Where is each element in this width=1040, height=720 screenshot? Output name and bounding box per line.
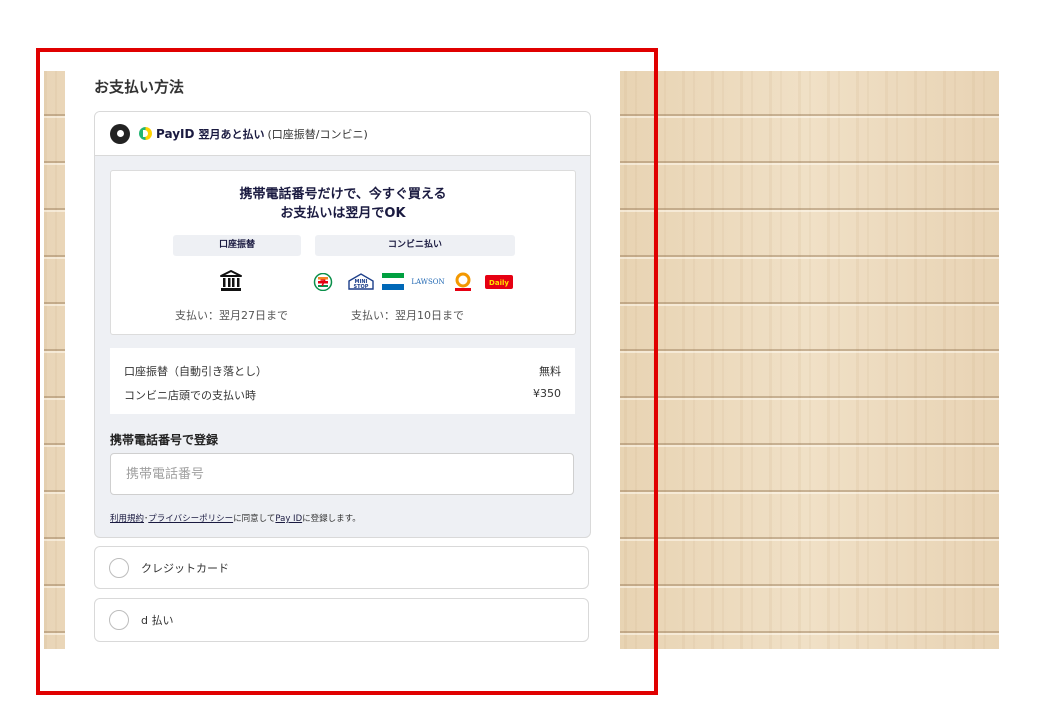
svg-text:7: 7 xyxy=(320,279,326,289)
payid-logo-icon xyxy=(139,127,152,140)
fee-row: コンビニ店頭での支払い時 ¥350 xyxy=(124,387,561,403)
ministop-logo-icon: MINI STOP xyxy=(347,273,375,290)
d-pay-option[interactable]: d 払い xyxy=(94,598,589,642)
daily-logo-icon: Daily xyxy=(485,273,513,290)
payid-brand-sub: 翌月あと払い xyxy=(198,127,265,141)
fee-table: 口座振替（自動引き落とし） 無料 コンビニ店頭での支払い時 ¥350 xyxy=(110,348,575,414)
payid-promo-box: 携帯電話番号だけで、今すぐ買える お支払いは翌月でOK 口座振替 コンビニ払い … xyxy=(110,170,576,335)
fee-label: コンビニ店頭での支払い時 xyxy=(124,389,256,402)
bank-transfer-tag: 口座振替 xyxy=(173,235,301,256)
seven-eleven-logo-icon: 7 xyxy=(313,272,333,291)
payid-option-header[interactable]: PayID 翌月あと払い (口座振替/コンビニ) xyxy=(95,112,590,156)
terms-end-text: に登録します。 xyxy=(302,514,361,524)
terms-of-use-link[interactable]: 利用規約 xyxy=(110,514,144,524)
store-deadline: 支払い：翌月10日まで xyxy=(351,309,464,322)
familymart-logo-icon xyxy=(382,273,404,290)
radio-unselected-icon[interactable] xyxy=(109,557,129,578)
seicomart-logo-icon xyxy=(452,272,474,291)
fee-value: ¥350 xyxy=(533,387,561,400)
lawson-logo-icon: LAWSON xyxy=(411,277,445,286)
svg-text:STOP: STOP xyxy=(354,284,369,290)
fee-label: 口座振替（自動引き落とし） xyxy=(124,365,267,378)
radio-selected-icon[interactable] xyxy=(110,123,130,144)
convenience-store-tag: コンビニ払い xyxy=(315,235,515,256)
fee-value: 無料 xyxy=(539,365,561,378)
terms-text: 利用規約･プライバシーポリシーに同意してPay IDに登録します。 xyxy=(110,512,361,524)
promo-line-1: 携帯電話番号だけで、今すぐ買える xyxy=(239,187,447,202)
credit-card-label: クレジットカード xyxy=(141,561,229,575)
terms-mid-text: に同意して xyxy=(233,514,276,524)
register-label: 携帯電話番号で登録 xyxy=(110,433,219,447)
svg-text:Daily: Daily xyxy=(489,279,509,287)
payid-brand: PayID xyxy=(156,126,195,141)
fee-row: 口座振替（自動引き落とし） 無料 xyxy=(124,363,561,379)
section-title: お支払い方法 xyxy=(94,78,185,96)
radio-unselected-icon[interactable] xyxy=(109,610,129,630)
payid-option-card: PayID 翌月あと払い (口座振替/コンビニ) 携帯電話番号だけで、今すぐ買え… xyxy=(94,111,591,538)
d-pay-label: d 払い xyxy=(141,614,174,627)
promo-line-2: お支払いは翌月でOK xyxy=(280,206,406,221)
privacy-policy-link[interactable]: プライバシーポリシー xyxy=(148,514,233,524)
credit-card-option[interactable]: クレジットカード xyxy=(94,546,589,589)
payid-note: (口座振替/コンビニ) xyxy=(267,127,368,141)
payid-link[interactable]: Pay ID xyxy=(275,514,302,524)
bank-icon xyxy=(220,270,242,291)
bank-deadline: 支払い：翌月27日まで xyxy=(175,309,288,322)
phone-number-input[interactable] xyxy=(110,453,574,495)
